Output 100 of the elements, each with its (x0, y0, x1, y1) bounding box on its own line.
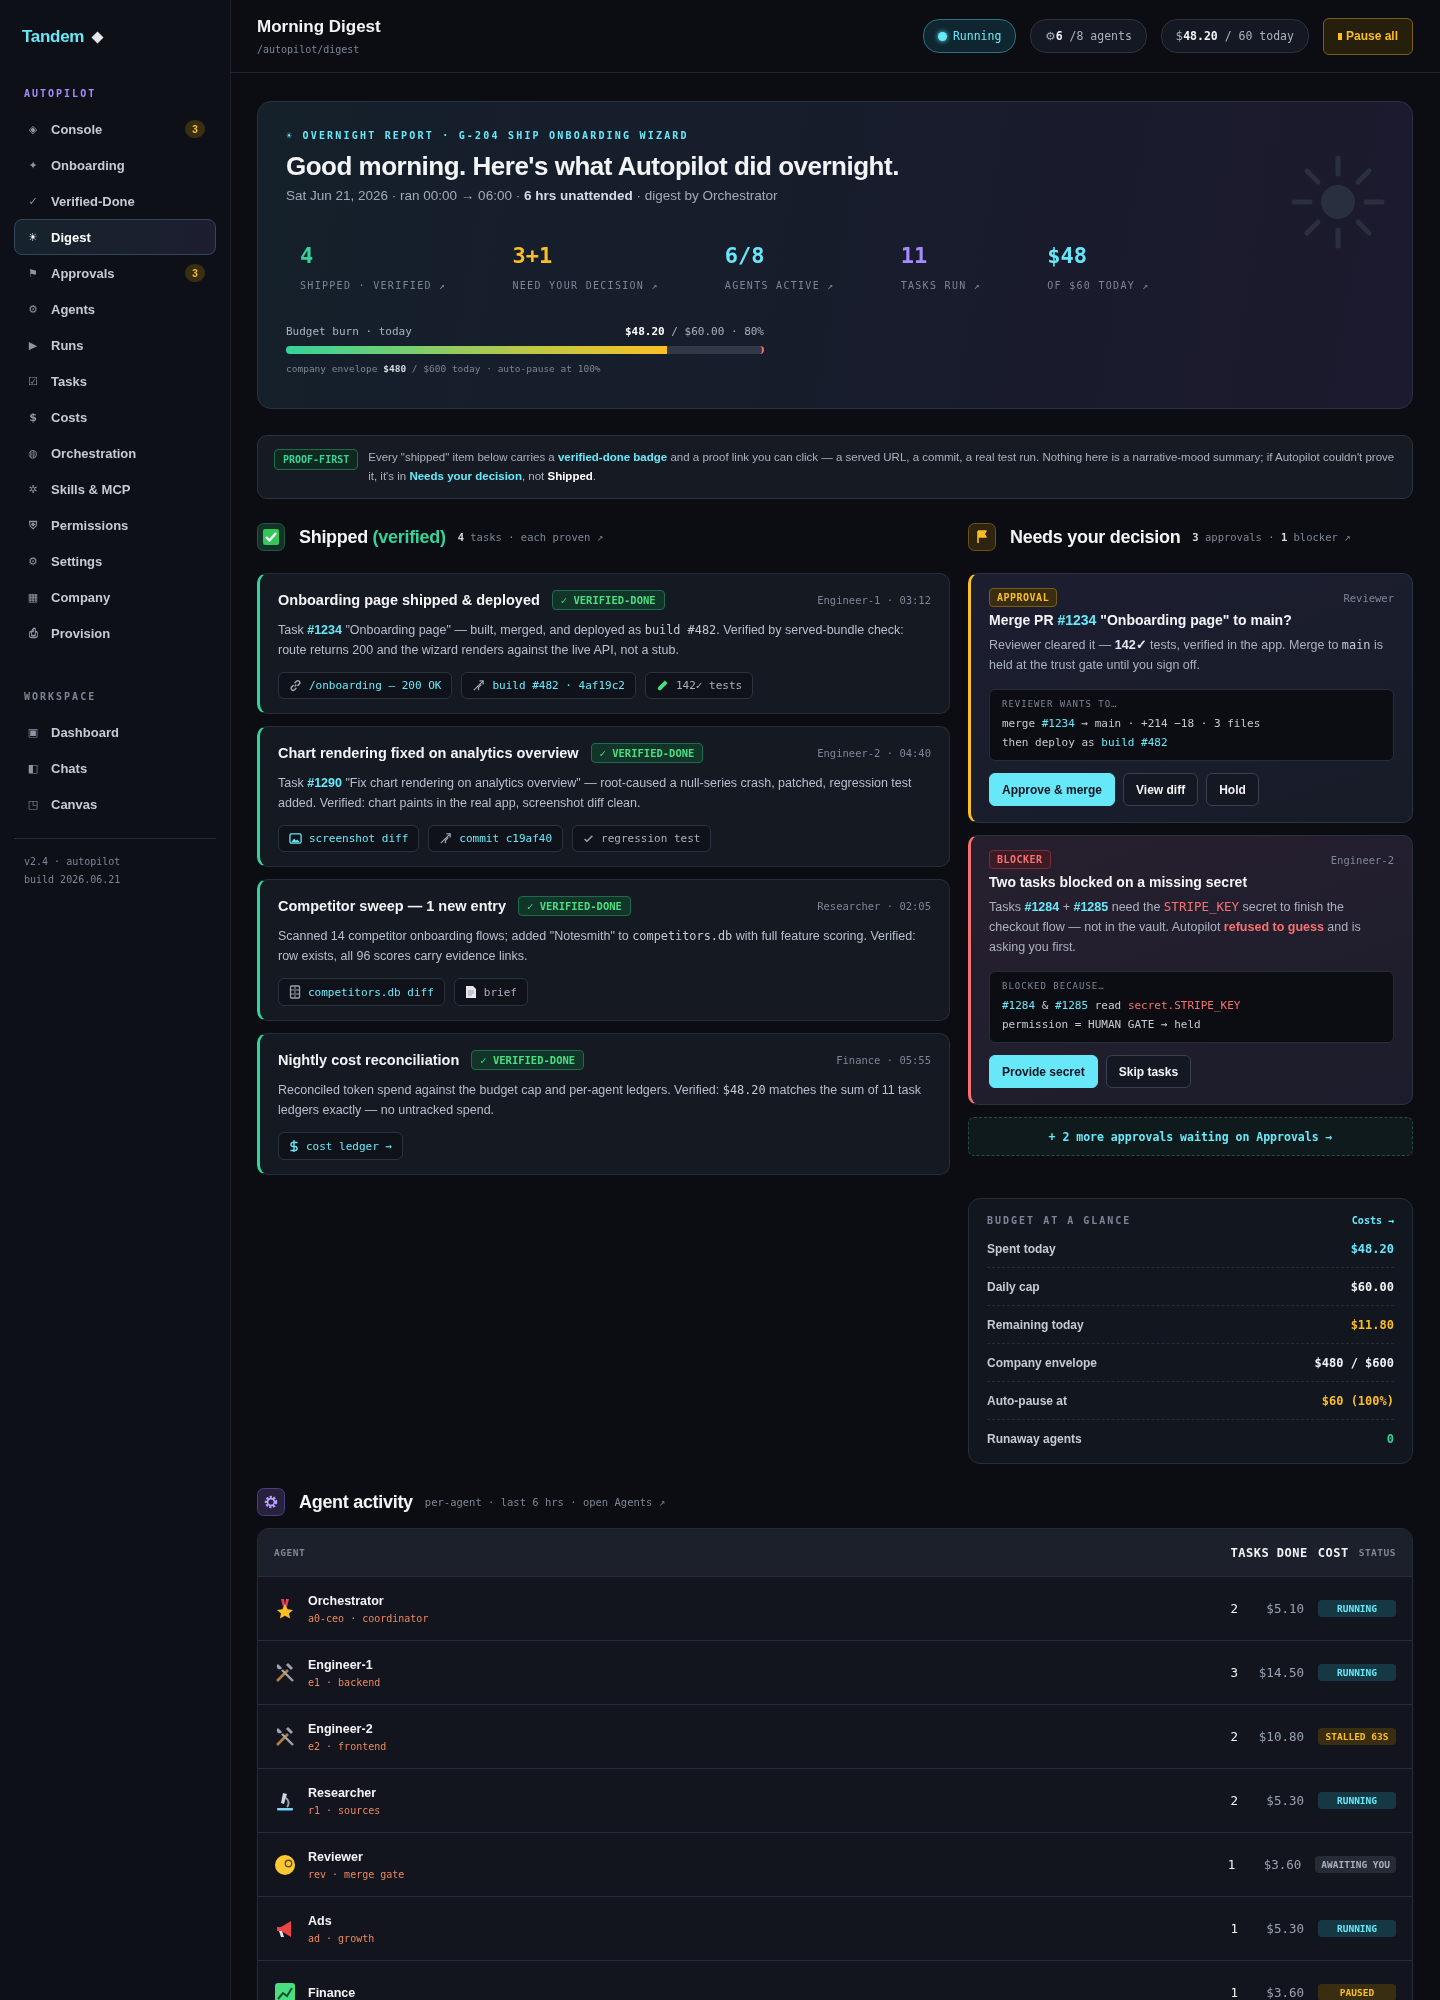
card-description: Tasks #1284 + #1285 need the STRIPE_KEY secret to finish the checkout flow — not in the vault. Autopilot refused to guess and is asking you first. (989, 898, 1362, 956)
agent-role: e2 · frontend (308, 1740, 387, 1752)
tasks-count: 2 (1229, 1601, 1238, 1616)
nav-icon: ◍ (25, 446, 41, 460)
tasks-count: 2 (1229, 1793, 1238, 1808)
proof-chip[interactable]: cost ledger → (278, 1132, 404, 1160)
nav-item[interactable]: ◍ Orchestration (14, 435, 216, 471)
nav-item[interactable]: ⛨ Permissions (14, 507, 216, 543)
cost-value: $3.60 (1262, 1857, 1302, 1872)
budget-row-label: Company envelope (987, 1355, 1098, 1370)
agent-name: Reviewer (308, 1849, 364, 1864)
tools-icon (274, 1661, 296, 1684)
nav-item[interactable]: ⚙ Agents (14, 291, 216, 327)
agent-name: Ads (308, 1913, 333, 1928)
count-badge: 3 (185, 264, 205, 282)
status-text: Running (952, 29, 1002, 43)
nav-icon: ✲ (25, 482, 41, 496)
stat-label[interactable]: SHIPPED · VERIFIED ↗ (300, 280, 447, 291)
stat-label[interactable]: NEED YOUR DECISION ↗ (512, 280, 659, 291)
nav-item[interactable]: ⎙ Provision (14, 615, 216, 651)
task-description: Task #1234 "Onboarding page" — built, merged, and deployed as build #482. Verified by served-bundle check: route returns 200 and the wizard renders against the live API, not a stub. (278, 622, 905, 659)
budget-row-value: $60 (100%) (1321, 1393, 1394, 1408)
stat-label[interactable]: OF $60 TODAY ↗ (1047, 280, 1150, 291)
section-meta[interactable]: 3 approvals · 1 blocker ↗ (1192, 531, 1351, 543)
nav-item[interactable]: ✦ Onboarding (14, 147, 216, 183)
nav-icon: ✓ (25, 194, 41, 208)
budget-label: Budget burn · today (286, 325, 412, 338)
nav-item[interactable]: ◧ Chats (14, 750, 216, 786)
verified-badge: ✓ VERIFIED-DONE (471, 1050, 585, 1070)
nav-icon: ⎙ (25, 626, 41, 640)
link-icon (289, 679, 302, 692)
verified-badge: ✓ VERIFIED-DONE (518, 896, 631, 916)
version-text: v2.4 · autopilot (24, 855, 122, 869)
nav-item[interactable]: ▦ Company (14, 579, 216, 615)
nav-icon: $ (25, 410, 41, 424)
verified-badge: ✓ VERIFIED-DONE (551, 590, 665, 610)
status-badge: AWAITING YOU (1315, 1856, 1396, 1873)
stat-label[interactable]: AGENTS ACTIVE ↗ (724, 280, 835, 291)
notice-text: Every "shipped" item below carries a verified-done badge and a proof link you can click — a served URL, a commit, a real test run. Nothing here is a narrative-mood summary; if Autopilot couldn't prove it, it's in Needs your decision, not Shipped. (368, 450, 1396, 484)
nav-item[interactable]: ▣ Dashboard (14, 714, 216, 750)
action-button[interactable]: Approve & merge (989, 773, 1116, 806)
cost-value: $14.50 (1257, 1665, 1304, 1680)
inline-link[interactable]: Needs your decision (409, 470, 522, 482)
proof-chip[interactable]: commit c19af40 (428, 825, 564, 852)
document-icon (464, 985, 477, 999)
nav-item[interactable]: ◈ Console 3 (14, 111, 216, 147)
section-meta[interactable]: per-agent · last 6 hrs · open Agents ↗ (424, 1496, 666, 1508)
nav-item[interactable]: ☑ Tasks (14, 363, 216, 399)
branch-icon (439, 832, 453, 845)
proof-chip[interactable]: /onboarding — 200 OK (278, 672, 453, 699)
section-title: Shipped (verified) (299, 526, 446, 548)
nav-item[interactable]: ▶ Runs (14, 327, 216, 363)
proof-chip[interactable]: 142✓ tests (644, 672, 754, 699)
nav-item[interactable]: ☀ Digest (14, 219, 216, 255)
check-box-icon (257, 523, 285, 551)
diamond-icon (91, 30, 105, 44)
action-button[interactable]: Provide secret (989, 1055, 1098, 1088)
tools-icon (274, 1725, 296, 1748)
nav-item[interactable]: ⚑ Approvals 3 (14, 255, 216, 291)
stat-value: $48 (1047, 243, 1088, 268)
budget-pill: $48.20 / 60 today (1160, 19, 1309, 53)
task-meta: Engineer-2 · 04:40 (817, 747, 931, 759)
proof-chip[interactable]: build #482 · 4af19c2 (461, 672, 636, 699)
more-approvals-link[interactable]: + 2 more approvals waiting on Approvals → (968, 1117, 1413, 1156)
proof-chip[interactable]: competitors.db diff (278, 978, 445, 1006)
cost-value: $5.30 (1265, 1793, 1304, 1808)
card-title: Merge PR #1234 "Onboarding page" to main? (989, 612, 1293, 628)
task-title: Nightly cost reconciliation (278, 1052, 460, 1068)
stat-value: 3+1 (512, 243, 554, 268)
nav-item[interactable]: ✓ Verified-Done (14, 183, 216, 219)
inline-link[interactable]: verified-done badge (557, 451, 668, 463)
nav-item[interactable]: ◳ Canvas (14, 786, 216, 822)
nav-icon: ◧ (25, 761, 41, 775)
task-meta: Researcher · 02:05 (817, 900, 931, 912)
action-button[interactable]: View diff (1123, 773, 1199, 806)
budget-row-value: 0 (1386, 1431, 1394, 1446)
tasks-count: 1 (1229, 1921, 1238, 1936)
task-title: Chart rendering fixed on analytics overview (278, 745, 579, 761)
report-kicker: ☀ OVERNIGHT REPORT · G-204 SHIP ONBOARDING WIZARD (286, 130, 690, 141)
pause-all-button[interactable]: Pause all (1322, 17, 1413, 55)
task-description: Task #1290 "Fix chart rendering on analytics overview" — root-caused a null-series crash, patched, regression test added. Verified: chart paints in the real app, screenshot diff clean. (278, 775, 913, 812)
stat-value: 6/8 (724, 243, 766, 268)
nav-icon: ▦ (25, 590, 41, 604)
cost-value: $5.10 (1265, 1601, 1304, 1616)
action-button[interactable]: Skip tasks (1105, 1055, 1192, 1088)
stat-label[interactable]: TASKS RUN ↗ (900, 280, 982, 291)
section-meta[interactable]: 4 tasks · each proven ↗ (457, 531, 604, 543)
nav-item[interactable]: ⚙ Settings (14, 543, 216, 579)
nav-item[interactable]: $ Costs (14, 399, 216, 435)
proof-chip[interactable]: brief (453, 978, 528, 1006)
agent-role: e1 · backend (308, 1676, 381, 1688)
agent-name: Orchestrator (308, 1593, 385, 1608)
proof-chip[interactable]: regression test (572, 825, 712, 852)
nav-item[interactable]: ✲ Skills & MCP (14, 471, 216, 507)
nav-icon: ⛨ (25, 518, 41, 532)
status-badge: RUNNING (1318, 1792, 1396, 1809)
proof-chip[interactable]: screenshot diff (278, 825, 420, 852)
action-button[interactable]: Hold (1206, 773, 1259, 806)
costs-link[interactable]: Costs → (1351, 1215, 1394, 1226)
nav-icon: ✦ (25, 158, 41, 172)
